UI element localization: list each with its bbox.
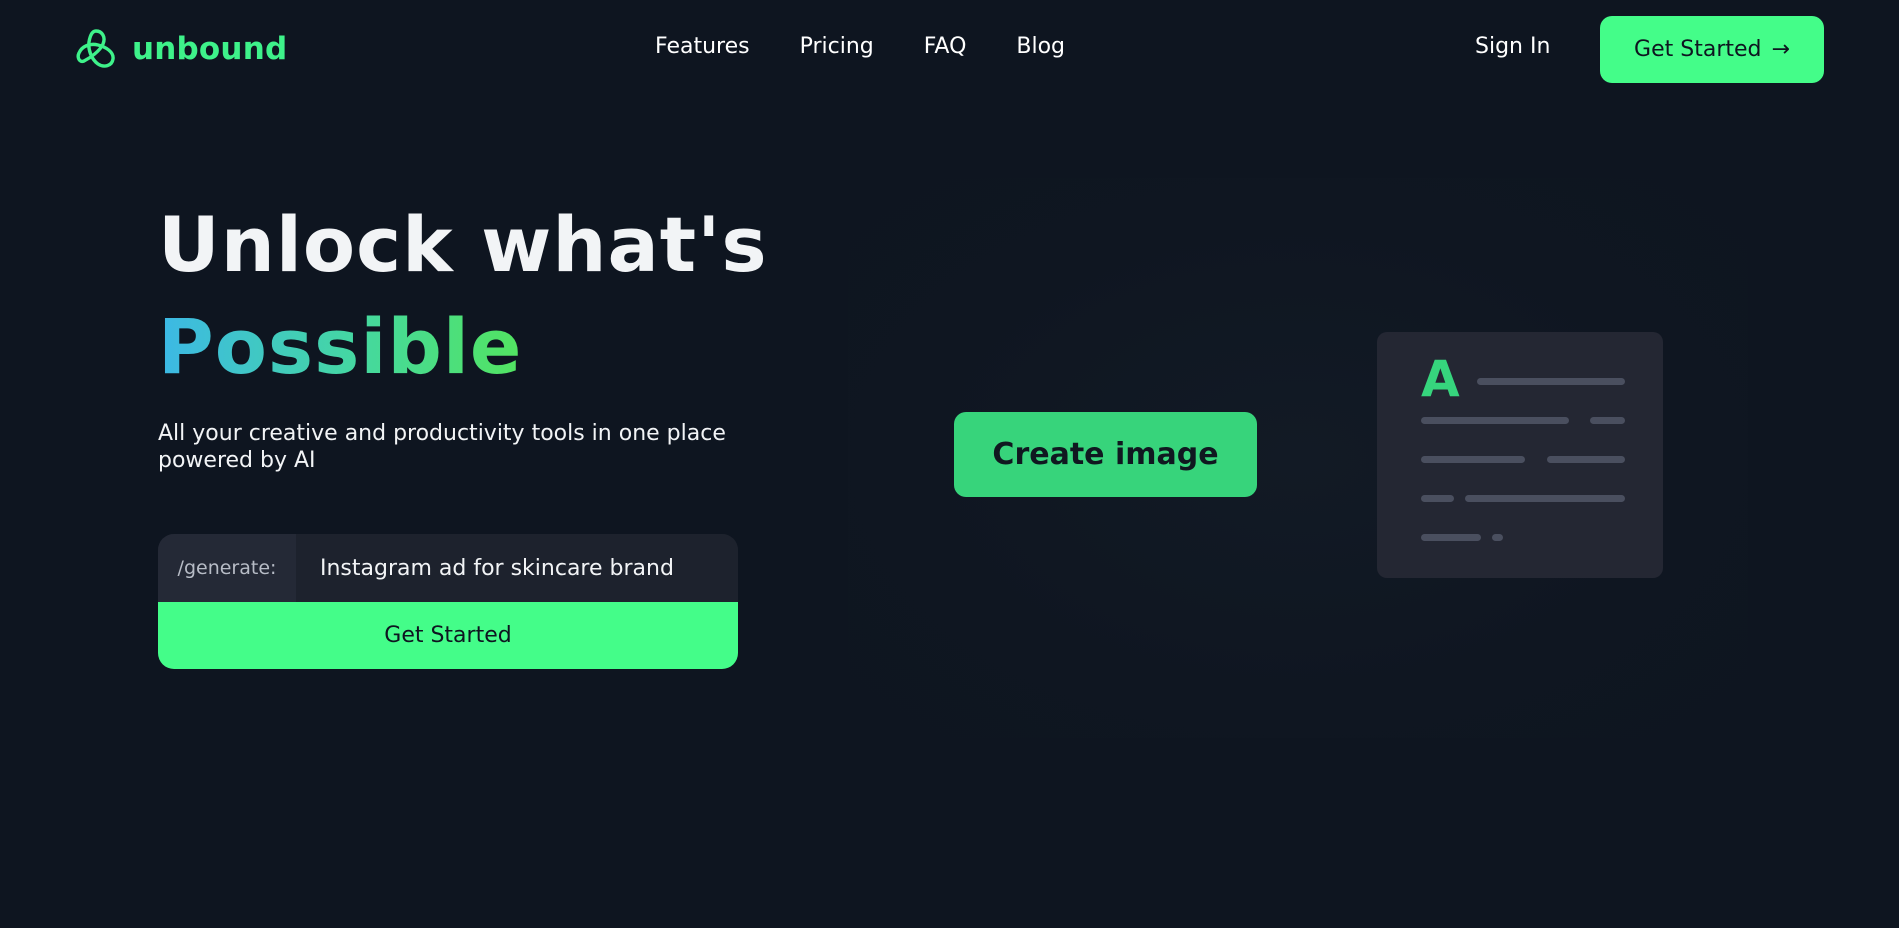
landing-page: unbound Features Pricing FAQ Blog Sign I… — [0, 0, 1899, 928]
trefoil-knot-icon — [76, 29, 115, 68]
document-preview-card: A — [1377, 332, 1663, 578]
prompt-get-started-button[interactable]: Get Started — [158, 602, 738, 669]
hero-subtitle: All your creative and productivity tools… — [158, 421, 726, 473]
doc-line — [1547, 456, 1625, 463]
brand-logo[interactable]: unbound — [76, 28, 287, 70]
generate-prompt-form: /generate: Get Started — [158, 534, 738, 669]
create-image-button[interactable]: Create image — [954, 412, 1257, 497]
doc-line — [1421, 534, 1481, 541]
doc-letter-icon: A — [1421, 350, 1460, 408]
doc-line — [1590, 417, 1625, 424]
arrow-right-icon: → — [1771, 37, 1790, 62]
hero-title-line1: Unlock what's — [158, 200, 768, 289]
hero-title-line2: Possible — [158, 302, 523, 391]
prompt-row: /generate: — [158, 534, 738, 602]
main-nav: Features Pricing FAQ Blog — [655, 34, 1065, 59]
nav-item-features[interactable]: Features — [655, 34, 750, 59]
sign-in-link[interactable]: Sign In — [1475, 34, 1550, 59]
doc-line — [1492, 534, 1503, 541]
doc-line — [1421, 417, 1569, 424]
nav-item-faq[interactable]: FAQ — [924, 34, 967, 59]
prompt-input[interactable] — [296, 534, 738, 602]
doc-line — [1465, 495, 1625, 502]
prompt-prefix-label: /generate: — [158, 534, 296, 602]
get-started-label: Get Started — [1634, 37, 1762, 62]
nav-item-blog[interactable]: Blog — [1016, 34, 1065, 59]
nav-item-pricing[interactable]: Pricing — [800, 34, 874, 59]
doc-line — [1421, 456, 1525, 463]
doc-line — [1421, 495, 1454, 502]
doc-line — [1477, 378, 1625, 385]
brand-name: unbound — [132, 31, 288, 67]
get-started-button[interactable]: Get Started → — [1600, 16, 1824, 83]
